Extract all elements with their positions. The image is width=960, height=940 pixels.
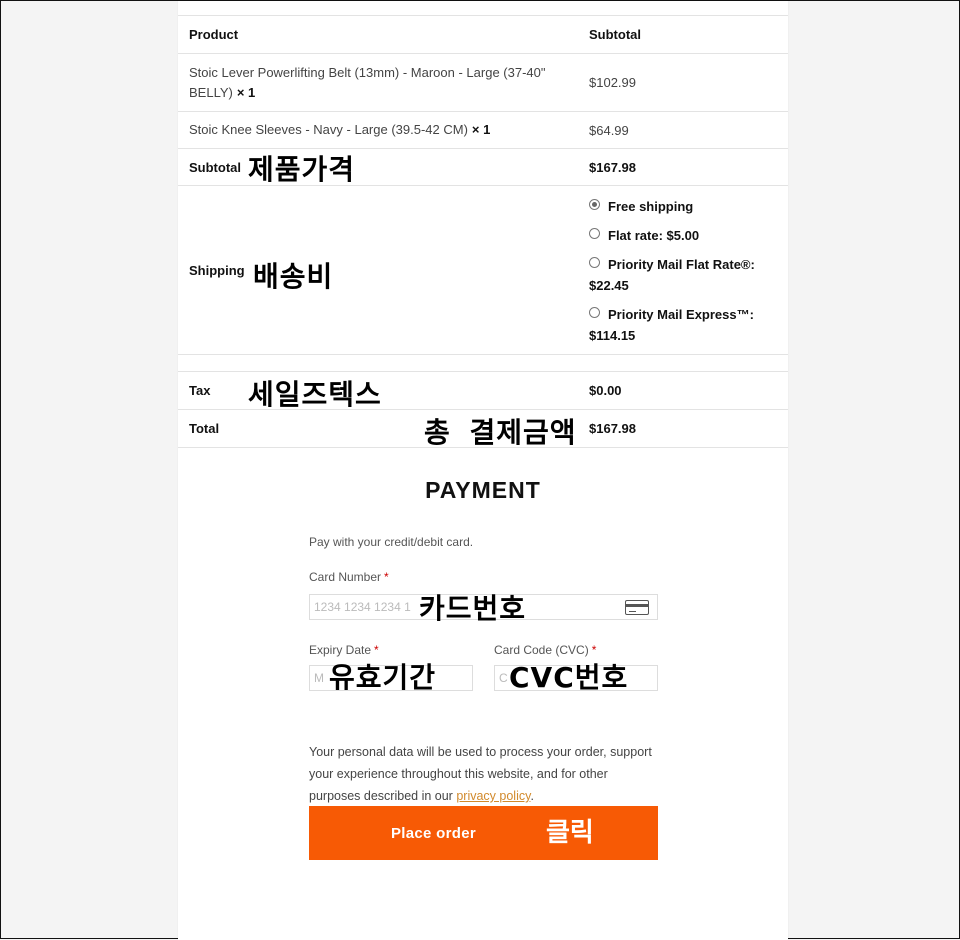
cvc-label-text: Card Code (CVC) xyxy=(494,643,589,657)
table-row: Stoic Lever Powerlifting Belt (13mm) - M… xyxy=(178,53,788,112)
annotation-place-order: 클릭 xyxy=(546,818,594,848)
shipping-option-label: Priority Mail Flat Rate®: $22.45 xyxy=(589,257,755,293)
credit-card-icon xyxy=(625,600,649,615)
shipping-option-flat-rate[interactable]: Flat rate: $5.00 xyxy=(589,225,777,246)
shipping-option-label: Priority Mail Express™: $114.15 xyxy=(589,307,754,343)
privacy-notice: Your personal data will be used to proce… xyxy=(309,741,659,807)
card-number-label-text: Card Number xyxy=(309,570,382,584)
expiry-placeholder: M xyxy=(314,671,324,685)
subtotal-value: $167.98 xyxy=(578,148,788,186)
annotation-total: 총 결제금액 xyxy=(424,416,577,449)
annotation-card-number: 카드번호 xyxy=(419,592,527,625)
expiry-label-text: Expiry Date xyxy=(309,643,372,657)
cart-item-name: Stoic Knee Sleeves - Navy - Large (39.5-… xyxy=(178,111,578,149)
total-value: $167.98 xyxy=(578,409,788,448)
item-price: $64.99 xyxy=(578,111,788,149)
cvc-placeholder: C xyxy=(499,671,508,685)
required-mark: * xyxy=(591,643,597,657)
required-mark: * xyxy=(384,570,389,584)
item-price: $102.99 xyxy=(578,53,788,112)
shipping-option-label: Flat rate: $5.00 xyxy=(608,228,700,243)
item-title: Stoic Knee Sleeves - Navy - Large (39.5-… xyxy=(189,122,468,137)
cvc-label: Card Code (CVC) * xyxy=(494,643,596,657)
table-row: Stoic Knee Sleeves - Navy - Large (39.5-… xyxy=(178,111,788,149)
cart-item-name: Stoic Lever Powerlifting Belt (13mm) - M… xyxy=(178,53,578,112)
place-order-button[interactable]: Place order xyxy=(309,806,658,860)
privacy-end: . xyxy=(530,789,534,803)
radio-button[interactable] xyxy=(589,199,600,210)
shipping-label: Shipping xyxy=(178,185,578,355)
required-mark: * xyxy=(374,643,379,657)
annotation-cvc: CVC번호 xyxy=(509,661,629,694)
annotation-expiry: 유효기간 xyxy=(329,661,437,694)
column-header-product: Product xyxy=(178,15,578,54)
radio-button[interactable] xyxy=(589,228,600,239)
column-header-subtotal: Subtotal xyxy=(578,15,788,54)
payment-title: PAYMENT xyxy=(425,477,541,503)
shipping-option-free[interactable]: Free shipping xyxy=(589,196,777,217)
table-header-row: Product Subtotal xyxy=(178,15,788,54)
annotation-shipping: 배송비 xyxy=(253,260,334,293)
tax-value: $0.00 xyxy=(578,371,788,410)
place-order-label: Place order xyxy=(390,824,476,842)
card-number-label: Card Number * xyxy=(309,570,389,584)
privacy-policy-link[interactable]: privacy policy xyxy=(456,789,530,803)
shipping-method-list: Free shipping Flat rate: $5.00 Priority … xyxy=(589,196,777,346)
shipping-options: Free shipping Flat rate: $5.00 Priority … xyxy=(578,185,788,355)
shipping-option-priority-flat[interactable]: Priority Mail Flat Rate®: $22.45 xyxy=(589,254,777,296)
item-quantity: × 1 xyxy=(236,84,256,100)
payment-subtitle: Pay with your credit/debit card. xyxy=(309,535,474,549)
card-number-placeholder: 1234 1234 1234 1 xyxy=(314,600,411,614)
shipping-option-label: Free shipping xyxy=(608,199,694,214)
annotation-subtotal: 제품가격 xyxy=(248,153,356,186)
shipping-option-priority-express[interactable]: Priority Mail Express™: $114.15 xyxy=(589,304,777,346)
radio-button[interactable] xyxy=(589,257,600,268)
expiry-label: Expiry Date * xyxy=(309,643,379,657)
item-quantity: × 1 xyxy=(471,122,491,137)
checkout-page: Product Subtotal Stoic Lever Powerliftin… xyxy=(178,1,788,940)
annotation-tax: 세일즈텍스 xyxy=(248,378,382,411)
radio-button[interactable] xyxy=(589,307,600,318)
subtotal-label: Subtotal xyxy=(178,148,578,186)
spacer-row xyxy=(178,354,788,372)
